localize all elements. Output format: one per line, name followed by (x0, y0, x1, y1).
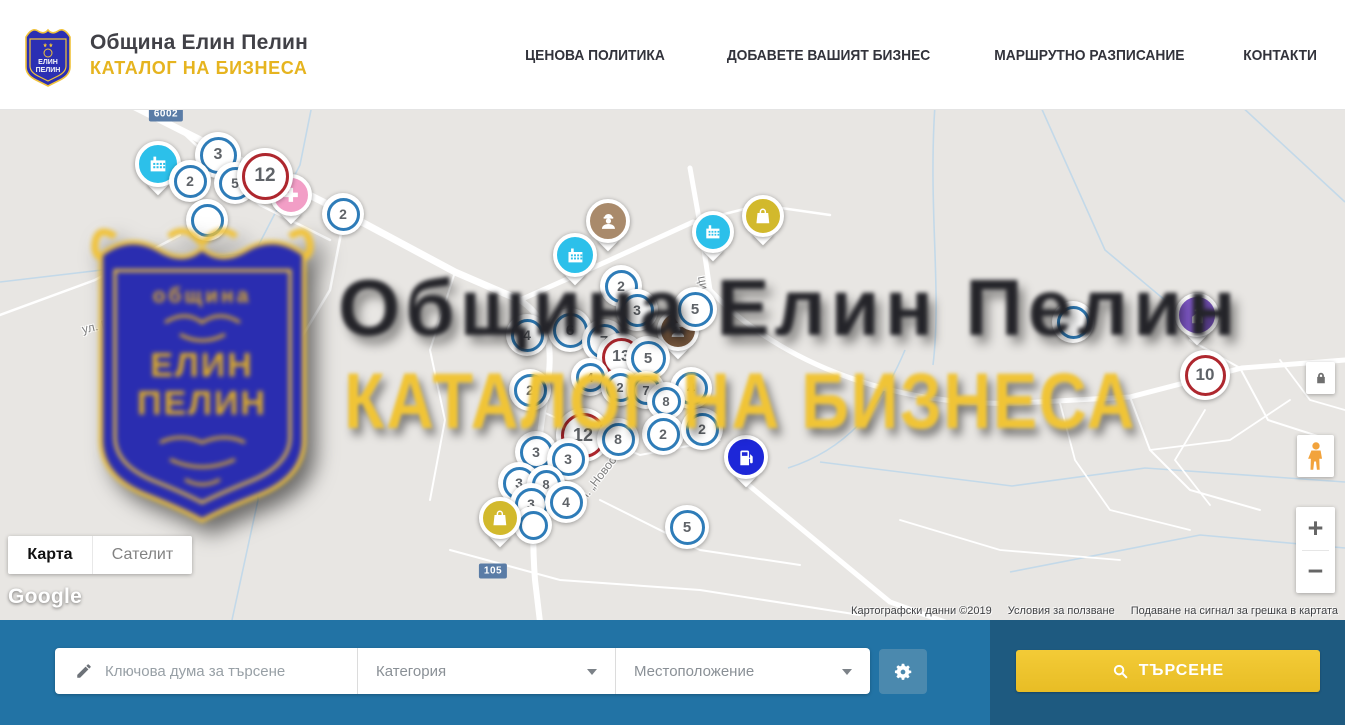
advanced-settings-button[interactable] (879, 649, 927, 694)
site-title-block: Община Елин Пелин КАТАЛОГ НА БИЗНЕСА (90, 31, 308, 79)
cluster-count: 4 (511, 319, 544, 352)
street-label: ул. Преслав (81, 308, 150, 337)
map-type-satellite-button[interactable]: Сателит (92, 536, 192, 574)
report-error-link[interactable]: Подаване на сигнал за грешка в картата (1131, 605, 1338, 617)
markers-layer: 3251222354671354274821282233383451060021… (0, 110, 1345, 620)
cluster-count: 2 (327, 198, 360, 231)
svg-text:ПЕЛИН: ПЕЛИН (36, 67, 61, 74)
factory-icon (553, 233, 597, 277)
category-dropdown[interactable]: Категория (358, 648, 616, 694)
keyword-search-input[interactable] (105, 663, 357, 680)
cluster-marker[interactable]: 4 (545, 481, 587, 523)
municipality-crest-icon: ⚜ ⚜ ЕЛИН ПЕЛИН (22, 23, 74, 87)
pegman-button[interactable] (1297, 435, 1334, 477)
cluster-count: 10 (1185, 355, 1226, 396)
cluster-count (519, 511, 548, 540)
cluster-marker[interactable]: 5 (665, 505, 709, 549)
search-button[interactable]: ТЪРСЕНЕ (1016, 650, 1320, 692)
cluster-marker[interactable]: 3 (616, 289, 658, 331)
cluster-count: 5 (678, 292, 713, 327)
lock-button[interactable] (1306, 362, 1335, 394)
category-value: Категория (376, 663, 446, 680)
search-button-label: ТЪРСЕНЕ (1139, 662, 1224, 680)
location-dropdown[interactable]: Местоположение (616, 648, 870, 694)
cluster-marker[interactable] (186, 199, 228, 241)
cluster-count: 2 (174, 165, 207, 198)
road-number-badge: 105 (479, 564, 507, 579)
cluster-marker[interactable]: 10 (1180, 350, 1230, 400)
factory-pin[interactable] (553, 233, 597, 277)
map-attribution: Картографски данни ©2019 Условия за полз… (851, 605, 1338, 617)
nav-item-1[interactable]: ДОБАВЕТЕ ВАШИЯТ БИЗНЕС (727, 47, 930, 64)
fuel-pin[interactable] (724, 435, 768, 479)
search-input-group: Категория Местоположение (55, 648, 870, 694)
map-copyright: Картографски данни ©2019 (851, 605, 992, 617)
factory-pin[interactable] (692, 211, 734, 253)
cluster-count: 2 (647, 418, 680, 451)
shopping-bag-pin[interactable] (479, 497, 521, 539)
shopping-bag-icon (742, 195, 784, 237)
keyword-section (55, 648, 358, 694)
cluster-count: 12 (242, 153, 289, 200)
shopping-bag-icon (479, 497, 521, 539)
chevron-down-icon (587, 669, 597, 675)
church-pin[interactable] (1175, 293, 1219, 337)
pencil-icon (75, 662, 93, 680)
map-type-control: Карта Сателит (8, 536, 192, 574)
zoom-control: + − (1296, 507, 1335, 593)
cluster-marker[interactable]: 12 (237, 148, 293, 204)
google-logo[interactable]: Google (8, 585, 82, 609)
cluster-count: 4 (550, 486, 583, 519)
fuel-icon (724, 435, 768, 479)
shopping-bag-pin[interactable] (742, 195, 784, 237)
road-number-badge: 6002 (149, 110, 183, 122)
chevron-down-icon (842, 669, 852, 675)
main-nav: ЦЕНОВА ПОЛИТИКА ДОБАВЕТЕ ВАШИЯТ БИЗНЕС МАР… (519, 0, 1320, 110)
cluster-count: 2 (514, 374, 547, 407)
cluster-marker[interactable]: 2 (509, 369, 551, 411)
page: ⚜ ⚜ ЕЛИН ПЕЛИН Община Елин Пелин КАТАЛОГ… (0, 0, 1345, 725)
padlock-icon (1314, 370, 1328, 386)
nav-item-0[interactable]: ЦЕНОВА ПОЛИТИКА (525, 47, 665, 64)
cluster-marker[interactable]: 2 (681, 408, 723, 450)
cluster-marker[interactable]: 2 (642, 413, 684, 455)
svg-text:ЕЛИН: ЕЛИН (38, 59, 58, 66)
zoom-in-button[interactable]: + (1296, 507, 1335, 550)
nav-item-3[interactable]: КОНТАКТИ (1243, 47, 1317, 64)
map-canvas[interactable]: 3251222354671354274821282233383451060021… (0, 110, 1345, 620)
search-icon (1112, 663, 1129, 680)
zoom-out-button[interactable]: − (1296, 551, 1335, 594)
site-title: Община Елин Пелин (90, 31, 308, 55)
cluster-marker[interactable]: 8 (597, 418, 639, 460)
cluster-count (1057, 306, 1090, 339)
cluster-count: 8 (652, 387, 681, 416)
cluster-marker[interactable] (1052, 301, 1094, 343)
cluster-count: 2 (686, 413, 719, 446)
header: ⚜ ⚜ ЕЛИН ПЕЛИН Община Елин Пелин КАТАЛОГ… (0, 0, 1345, 110)
cluster-marker[interactable]: 4 (506, 314, 548, 356)
site-subtitle: КАТАЛОГ НА БИЗНЕСА (90, 58, 308, 79)
terms-link[interactable]: Условия за ползване (1008, 605, 1115, 617)
map-type-map-button[interactable]: Карта (8, 536, 92, 574)
cluster-count: 8 (602, 423, 635, 456)
location-value: Местоположение (634, 663, 754, 680)
nav-item-2[interactable]: МАРШРУТНО РАЗПИСАНИЕ (994, 47, 1184, 64)
gear-icon (892, 661, 914, 683)
cluster-count (191, 204, 224, 237)
svg-text:⚜ ⚜: ⚜ ⚜ (43, 43, 53, 49)
cluster-marker[interactable]: 5 (673, 287, 717, 331)
cluster-count: 5 (670, 510, 705, 545)
search-bar: Категория Местоположение ТЪРСЕНЕ (0, 620, 1345, 725)
pegman-icon (1305, 441, 1327, 471)
cluster-marker[interactable]: 2 (169, 160, 211, 202)
site-logo[interactable]: ⚜ ⚜ ЕЛИН ПЕЛИН Община Елин Пелин КАТАЛОГ… (22, 23, 308, 87)
factory-icon (692, 211, 734, 253)
cluster-count: 3 (621, 294, 654, 327)
cluster-marker[interactable]: 2 (322, 193, 364, 235)
church-icon (1175, 293, 1219, 337)
